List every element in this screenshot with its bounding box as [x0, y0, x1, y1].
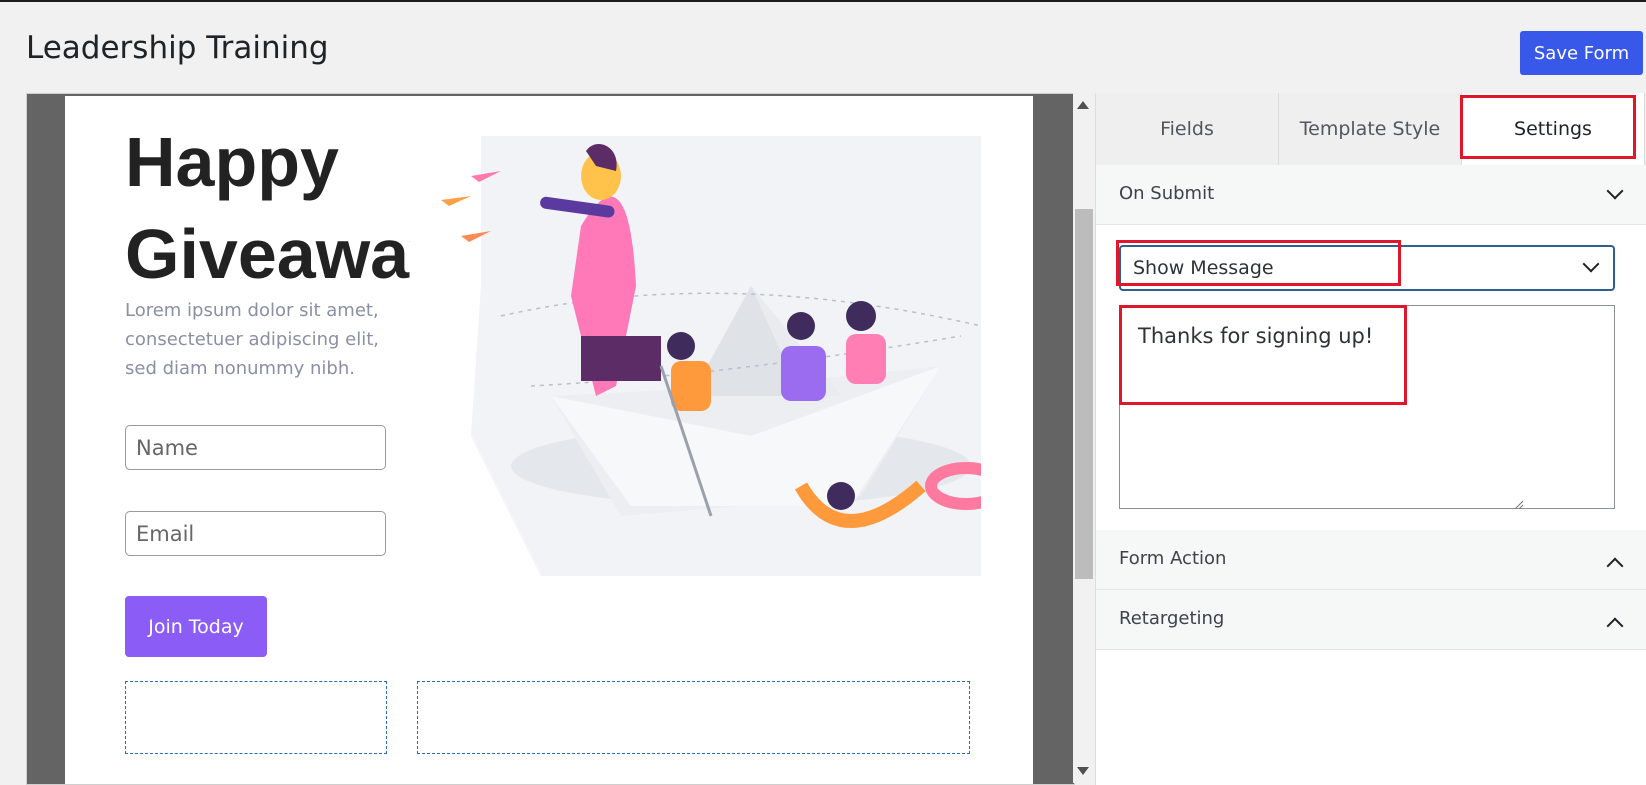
empty-drop-zone-right[interactable] — [417, 681, 970, 754]
resize-grip-icon[interactable] — [1513, 499, 1523, 509]
retargeting-title: Retargeting — [1119, 608, 1225, 629]
select-highlight-annotation — [1116, 240, 1401, 286]
chevron-up-icon — [1606, 557, 1624, 575]
join-today-button[interactable]: Join Today — [125, 596, 267, 657]
canvas-scrollbar[interactable] — [1073, 93, 1093, 783]
chevron-down-icon — [1582, 255, 1600, 273]
form-canvas: Happy Giveaway — [26, 93, 1075, 785]
chevron-up-icon — [1606, 617, 1624, 635]
scroll-down-arrow-icon[interactable] — [1077, 767, 1089, 775]
top-border — [0, 0, 1646, 2]
form-action-accordion[interactable]: Form Action — [1096, 530, 1646, 590]
headline-line-1: Happy — [125, 123, 339, 201]
retargeting-accordion[interactable]: Retargeting — [1096, 590, 1646, 650]
tab-settings[interactable]: Settings — [1460, 93, 1645, 165]
name-input[interactable] — [125, 425, 386, 470]
scroll-thumb[interactable] — [1075, 209, 1093, 579]
headline-line-2: Giveaway — [125, 215, 410, 286]
on-submit-accordion[interactable]: On Submit — [1096, 165, 1646, 225]
message-highlight-annotation — [1119, 305, 1407, 405]
form-action-title: Form Action — [1119, 548, 1227, 569]
on-submit-title: On Submit — [1119, 183, 1215, 204]
empty-drop-zone-left[interactable] — [125, 681, 387, 754]
tab-fields[interactable]: Fields — [1096, 93, 1279, 165]
tab-template-style[interactable]: Template Style — [1279, 93, 1462, 165]
form-description: Lorem ipsum dolor sit amet, consectetuer… — [125, 300, 380, 379]
email-input[interactable] — [125, 511, 386, 556]
boat-illustration — [421, 136, 981, 576]
chevron-down-icon — [1606, 182, 1624, 200]
form-headline[interactable]: Happy Giveaway — [125, 116, 410, 286]
settings-panel: Fields Template Style Settings On Submit… — [1095, 93, 1646, 785]
scroll-up-arrow-icon[interactable] — [1077, 101, 1089, 109]
save-form-button[interactable]: Save Form — [1520, 31, 1643, 75]
panel-tabs: Fields Template Style Settings — [1096, 93, 1646, 166]
page-title: Leadership Training — [26, 30, 329, 66]
form-preview: Happy Giveaway — [65, 96, 1033, 784]
